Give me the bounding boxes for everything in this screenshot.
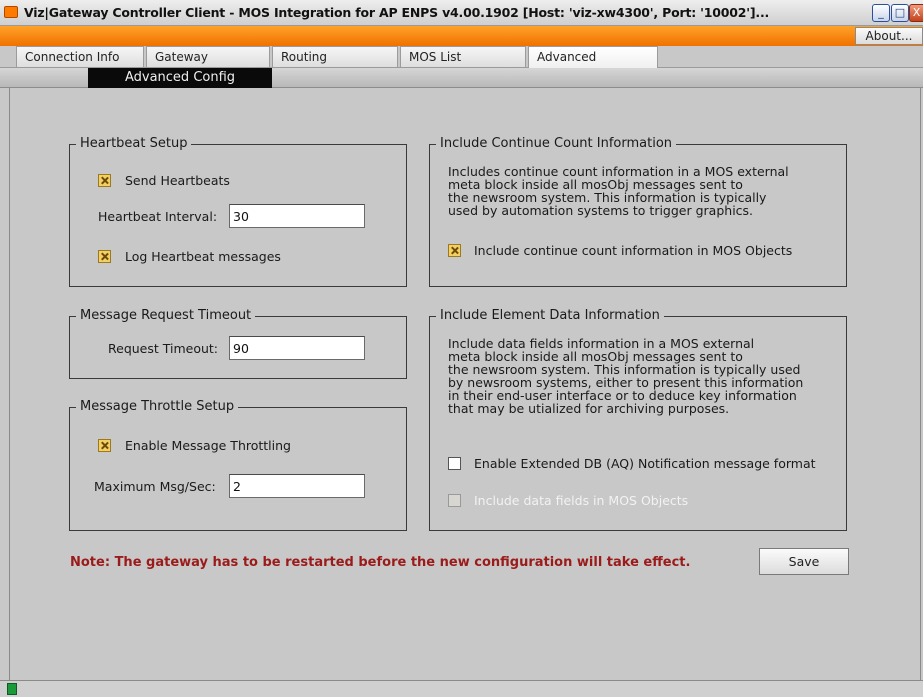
app-icon — [4, 6, 18, 18]
continue-count-description: Includes continue count information in a… — [448, 165, 789, 217]
include-data-fields-label: Include data fields in MOS Objects — [474, 493, 689, 508]
tab-gateway[interactable]: Gateway — [146, 46, 270, 67]
request-timeout-label: Request Timeout: — [108, 341, 219, 356]
status-bar — [0, 680, 923, 697]
description-line: that may be utialized for archiving purp… — [448, 401, 730, 416]
connection-status-indicator — [7, 683, 17, 695]
tab-connection-info[interactable]: Connection Info — [16, 46, 144, 67]
log-heartbeat-label: Log Heartbeat messages — [125, 249, 281, 264]
heartbeat-setup-group: Heartbeat Setup Send Heartbeats Heartbea… — [69, 136, 407, 287]
include-continue-count-checkbox[interactable] — [448, 244, 461, 257]
menu-bar — [0, 26, 923, 46]
subtab-advanced-config[interactable]: Advanced Config — [88, 68, 272, 88]
tab-routing[interactable]: Routing — [272, 46, 398, 67]
maximize-button[interactable]: □ — [891, 4, 909, 22]
restart-note: Note: The gateway has to be restarted be… — [70, 555, 691, 570]
log-heartbeat-checkbox[interactable] — [98, 250, 111, 263]
element-data-description: Include data fields information in a MOS… — [448, 337, 803, 415]
max-msg-label: Maximum Msg/Sec: — [94, 479, 216, 494]
minimize-button[interactable]: _ — [872, 4, 890, 22]
throttle-setup-group: Message Throttle Setup Enable Message Th… — [69, 399, 407, 531]
enable-throttling-checkbox[interactable] — [98, 439, 111, 452]
tab-bar: Connection Info Gateway Routing MOS List… — [0, 46, 923, 68]
include-continue-count-label: Include continue count information in MO… — [474, 243, 793, 258]
continue-count-legend: Include Continue Count Information — [436, 136, 677, 152]
continue-count-group: Include Continue Count Information Inclu… — [429, 136, 847, 287]
subtab-bar: Advanced Config — [0, 68, 923, 88]
element-data-legend: Include Element Data Information — [436, 308, 664, 324]
throttle-setup-legend: Message Throttle Setup — [76, 399, 239, 415]
window-title: Viz|Gateway Controller Client - MOS Inte… — [24, 5, 770, 20]
request-timeout-group: Message Request Timeout Request Timeout: — [69, 308, 407, 379]
enable-throttling-label: Enable Message Throttling — [125, 438, 291, 453]
description-line: used by automation systems to trigger gr… — [448, 203, 754, 218]
title-bar[interactable]: Viz|Gateway Controller Client - MOS Inte… — [0, 0, 923, 26]
extended-db-checkbox[interactable] — [448, 457, 461, 470]
send-heartbeats-label: Send Heartbeats — [125, 173, 230, 188]
close-button[interactable]: X — [909, 4, 923, 22]
tab-advanced[interactable]: Advanced — [528, 46, 658, 68]
heartbeat-setup-legend: Heartbeat Setup — [76, 136, 192, 152]
heartbeat-interval-label: Heartbeat Interval: — [98, 209, 218, 224]
element-data-group: Include Element Data Information Include… — [429, 308, 847, 531]
request-timeout-input[interactable] — [229, 336, 365, 360]
include-data-fields-checkbox[interactable] — [448, 494, 461, 507]
tab-mos-list[interactable]: MOS List — [400, 46, 526, 67]
save-button[interactable]: Save — [759, 548, 849, 575]
heartbeat-interval-input[interactable] — [229, 204, 365, 228]
request-timeout-legend: Message Request Timeout — [76, 308, 256, 324]
extended-db-label: Enable Extended DB (AQ) Notification mes… — [474, 456, 816, 471]
max-msg-input[interactable] — [229, 474, 365, 498]
send-heartbeats-checkbox[interactable] — [98, 174, 111, 187]
about-button[interactable]: About... — [855, 27, 923, 45]
advanced-config-panel: Heartbeat Setup Send Heartbeats Heartbea… — [9, 88, 921, 680]
